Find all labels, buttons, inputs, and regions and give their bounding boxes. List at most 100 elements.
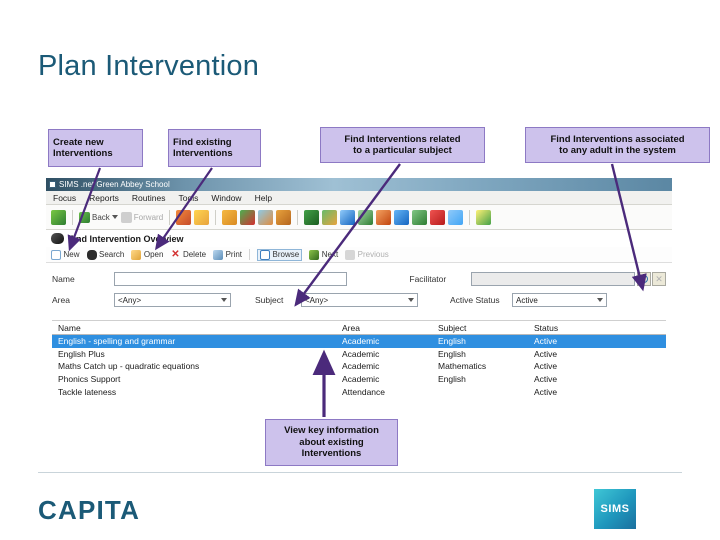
back-label: Back — [92, 212, 110, 222]
reports-icon[interactable] — [340, 209, 356, 225]
action-delete[interactable]: ✕ Delete — [170, 249, 207, 260]
chevron-down-icon[interactable] — [597, 298, 603, 302]
green-down-arrow-icon[interactable] — [309, 249, 320, 260]
refresh-icon[interactable] — [51, 209, 66, 225]
cell-status: Active — [534, 361, 558, 372]
action-search[interactable]: Search — [86, 249, 124, 260]
toolbar-divider-3 — [215, 209, 217, 225]
active-status-label: Active Status — [450, 295, 500, 305]
subject-select[interactable]: <Any> — [301, 293, 418, 307]
facilitator-input[interactable] — [471, 272, 636, 286]
menu-tools[interactable]: Tools — [178, 193, 198, 203]
app-menubar[interactable]: Focus Reports Routines Tools Window Help — [46, 191, 672, 205]
cell-name: English Plus — [58, 348, 105, 359]
table-row[interactable]: English Plus Academic English Active — [52, 348, 666, 361]
grid-column-subject[interactable]: Subject — [438, 323, 534, 333]
flag-icon[interactable] — [240, 209, 256, 225]
cell-name: Phonics Support — [58, 374, 121, 385]
assessment-icon[interactable] — [258, 209, 274, 225]
action-new[interactable]: New — [51, 249, 80, 260]
facilitator-clear-button[interactable]: ✕ — [652, 272, 667, 286]
action-bar[interactable]: New Search Open ✕ Delete Print Browse Ne… — [46, 247, 672, 263]
table-row[interactable]: Phonics Support Academic English Active — [52, 373, 666, 386]
cell-name: Maths Catch up - quadratic equations — [58, 361, 200, 372]
person-group-icon[interactable] — [394, 209, 410, 225]
folder-person-icon[interactable] — [276, 209, 292, 225]
app-titlebar: SIMS .net Green Abbey School — [46, 178, 672, 191]
menu-reports[interactable]: Reports — [89, 193, 119, 203]
back-button[interactable]: Back — [79, 211, 118, 223]
person-cog-icon[interactable] — [376, 209, 392, 225]
search-form[interactable]: Name Facilitator ✕ Area <Any> Subject <A… — [46, 263, 672, 316]
spreadsheet-icon[interactable] — [476, 209, 492, 225]
edit-icon[interactable] — [358, 209, 374, 225]
cell-area: Academic — [342, 336, 380, 347]
open-folder-icon[interactable] — [131, 249, 142, 260]
cell-status: Active — [534, 336, 558, 347]
forward-nav-icon[interactable] — [120, 211, 132, 223]
clock-icon[interactable] — [430, 209, 446, 225]
menu-window[interactable]: Window — [211, 193, 241, 203]
back-dropdown-icon[interactable] — [111, 215, 118, 219]
back-nav-icon[interactable] — [79, 211, 90, 223]
student-icon[interactable] — [194, 209, 210, 225]
app-system-icon — [49, 181, 56, 188]
callout-create-new-interventions: Create new Interventions — [48, 129, 143, 167]
facilitator-browse-button[interactable] — [637, 272, 652, 286]
register-icon[interactable] — [322, 209, 338, 225]
menu-help[interactable]: Help — [255, 193, 272, 203]
menu-focus[interactable]: Focus — [53, 193, 76, 203]
chevron-down-icon[interactable] — [221, 298, 227, 302]
table-row[interactable]: Maths Catch up - quadratic equations Aca… — [52, 360, 666, 373]
grid-column-name[interactable]: Name — [52, 323, 342, 333]
subject-label: Subject — [255, 295, 284, 305]
attendance-icon[interactable] — [304, 209, 320, 225]
action-previous-label: Previous — [357, 250, 389, 259]
binoculars-icon[interactable] — [86, 249, 97, 260]
browse-icon[interactable] — [260, 249, 271, 260]
app-toolbar[interactable]: Back Forward — [46, 205, 672, 230]
binoculars-icon — [51, 233, 64, 244]
callout-find-existing-interventions: Find existing Interventions — [168, 129, 261, 167]
sims-tagline-2: schools — [642, 504, 671, 514]
forward-label: Forward — [133, 212, 164, 222]
new-document-icon[interactable] — [51, 249, 61, 260]
action-print[interactable]: Print — [213, 249, 242, 260]
name-input[interactable] — [113, 272, 348, 286]
promote-icon[interactable] — [412, 209, 428, 225]
page-title: Plan Intervention — [38, 50, 260, 82]
table-row[interactable]: English - spelling and grammar Academic … — [52, 335, 666, 348]
printer-icon[interactable] — [213, 249, 224, 260]
action-open-label: Open — [143, 250, 164, 259]
callout-find-line1: Find existing — [173, 136, 232, 148]
grid-column-status[interactable]: Status — [534, 323, 604, 333]
action-new-label: New — [63, 250, 80, 259]
action-next[interactable]: Next — [309, 249, 338, 260]
grid-column-area[interactable]: Area — [342, 323, 438, 333]
table-row[interactable]: Tackle lateness Attendance Active — [52, 385, 666, 398]
action-delete-label: Delete — [182, 250, 207, 259]
toolbar-divider-4 — [297, 209, 299, 225]
cell-status: Active — [534, 348, 558, 359]
callout-view-key-information: View key information about existing Inte… — [265, 419, 398, 466]
action-browse[interactable]: Browse — [257, 248, 303, 261]
area-select[interactable]: <Any> — [114, 293, 231, 307]
results-grid[interactable]: Name Area Subject Status English - spell… — [52, 320, 666, 398]
chevron-down-icon[interactable] — [408, 298, 414, 302]
active-status-value: Active — [516, 295, 538, 305]
action-open[interactable]: Open — [131, 249, 164, 260]
menu-routines[interactable]: Routines — [132, 193, 166, 203]
cell-name: Tackle lateness — [58, 386, 117, 397]
user-icon[interactable] — [448, 209, 464, 225]
page-header-text: Find Intervention Overview — [68, 233, 184, 244]
action-browse-label: Browse — [272, 250, 300, 259]
sims-application-window[interactable]: SIMS .net Green Abbey School Focus Repor… — [46, 178, 672, 406]
forward-button[interactable]: Forward — [120, 211, 164, 223]
active-status-select[interactable]: Active — [512, 293, 607, 307]
red-x-icon[interactable]: ✕ — [170, 249, 180, 260]
cell-area: Attendance — [342, 386, 386, 397]
callout-find-by-subject: Find Interventions related to a particul… — [320, 127, 485, 163]
book-icon[interactable] — [222, 209, 238, 225]
students-icon[interactable] — [176, 209, 192, 225]
callout-view-line3: Interventions — [301, 448, 362, 460]
